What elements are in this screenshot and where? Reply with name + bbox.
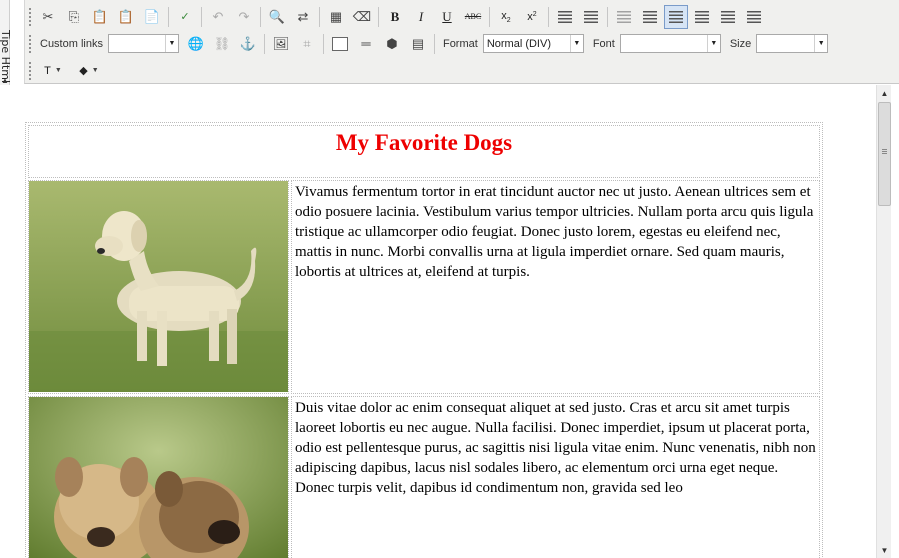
bulleted-list-icon[interactable] xyxy=(579,5,603,29)
page-title: My Favorite Dogs xyxy=(335,130,513,155)
image-cell[interactable] xyxy=(28,180,289,394)
separator xyxy=(260,6,261,27)
toolbar-grip-icon[interactable] xyxy=(28,33,32,54)
outdent-icon[interactable] xyxy=(612,5,636,29)
paste-word-icon[interactable]: 📄 xyxy=(140,5,164,29)
custom-links-select[interactable]: ▼ xyxy=(107,34,179,53)
editor-content-area[interactable]: My Favorite Dogs Vivamus fermentum torto… xyxy=(0,85,876,558)
text-cell[interactable]: Duis vitae dolor ac enim consequat aliqu… xyxy=(291,396,820,558)
format-value: Normal (DIV) xyxy=(486,37,551,50)
toolbar-row-2: Custom links ▼ 🌐 ⛓ ⚓ 🖼 ⌗ ═ ⬢ ▤ Format No… xyxy=(25,30,832,57)
size-label: Size xyxy=(729,37,752,50)
insert-image-icon[interactable]: 🖼 xyxy=(269,32,293,56)
custom-links-label: Custom links xyxy=(40,37,103,50)
labrador-dog-photo[interactable] xyxy=(29,181,288,392)
table-row: Vivamus fermentum tortor in erat tincidu… xyxy=(28,180,820,394)
subscript-icon[interactable]: x2 xyxy=(494,5,518,29)
italic-icon[interactable]: I xyxy=(409,5,433,29)
cut-icon[interactable]: ✂ xyxy=(36,5,60,29)
separator xyxy=(319,6,320,27)
separator xyxy=(168,6,169,27)
vertical-scrollbar[interactable]: ▲ ▼ xyxy=(876,85,891,558)
separator xyxy=(378,6,379,27)
two-puppies-photo[interactable] xyxy=(29,397,288,558)
paste-text-icon[interactable]: 📋 xyxy=(114,5,138,29)
table-row: Duis vitae dolor ac enim consequat aliqu… xyxy=(28,396,820,558)
toolbar-row-3: T ▼ ◆ ▼ xyxy=(25,57,107,84)
replace-icon[interactable]: ⇄ xyxy=(291,5,315,29)
undo-icon[interactable]: ↶ xyxy=(206,5,230,29)
find-icon[interactable]: 🔍 xyxy=(265,5,289,29)
toolbar-row-1: ✂ ⎘ 📋 📋 📄 ✓ ↶ ↷ 🔍 ⇄ ▦ ⌫ B I U ABC x2 x2 xyxy=(25,3,767,30)
scroll-up-icon[interactable]: ▲ xyxy=(877,86,892,101)
superscript-icon[interactable]: x2 xyxy=(520,5,544,29)
text-cell[interactable]: Vivamus fermentum tortor in erat tincidu… xyxy=(291,180,820,394)
insert-link-icon[interactable]: 🌐 xyxy=(184,32,208,56)
toolbar-grip-icon[interactable] xyxy=(28,60,32,81)
right-gutter xyxy=(891,85,899,558)
redo-icon[interactable]: ↷ xyxy=(232,5,256,29)
horizontal-rule-icon[interactable]: ═ xyxy=(354,32,378,56)
chevron-down-icon[interactable]: ▼ xyxy=(706,35,720,52)
clear-format-icon[interactable]: ⌫ xyxy=(350,5,374,29)
strikethrough-icon[interactable]: ABC xyxy=(461,5,485,29)
text-color-button[interactable]: T ▼ xyxy=(36,59,70,83)
format-select[interactable]: Normal (DIV) ▼ xyxy=(482,34,584,53)
crop-icon[interactable]: ⌗ xyxy=(295,32,319,56)
chevron-down-icon[interactable]: ▼ xyxy=(164,35,178,52)
insert-form-icon[interactable]: ▤ xyxy=(406,32,430,56)
spellcheck-icon[interactable]: ✓ xyxy=(173,5,197,29)
copy-icon[interactable]: ⎘ xyxy=(62,5,86,29)
background-color-button[interactable]: ◆ ▼ xyxy=(72,59,106,83)
align-left-icon[interactable] xyxy=(664,4,688,29)
separator xyxy=(201,6,202,27)
justify-icon[interactable] xyxy=(742,5,766,29)
select-all-icon[interactable]: ▦ xyxy=(324,5,348,29)
table-row: My Favorite Dogs xyxy=(28,125,820,178)
paste-icon[interactable]: 📋 xyxy=(88,5,112,29)
size-select[interactable]: ▼ xyxy=(756,34,829,53)
separator xyxy=(263,33,265,54)
font-label: Font xyxy=(592,37,615,50)
anchor-icon[interactable]: ⚓ xyxy=(236,32,260,56)
insert-object-icon[interactable]: ⬢ xyxy=(380,32,404,56)
scroll-down-icon[interactable]: ▼ xyxy=(877,543,892,558)
separator xyxy=(322,33,324,54)
numbered-list-icon[interactable] xyxy=(553,5,577,29)
chevron-down-icon[interactable]: ▼ xyxy=(814,35,827,52)
separator xyxy=(489,6,490,27)
indent-icon[interactable] xyxy=(638,5,662,29)
expand-arrow-icon[interactable]: ▲ xyxy=(1,76,9,85)
scrollbar-thumb[interactable] xyxy=(878,102,891,206)
dogs-table: My Favorite Dogs Vivamus fermentum torto… xyxy=(25,122,823,558)
editor-toolbar: ✂ ⎘ 📋 📋 📄 ✓ ↶ ↷ 🔍 ⇄ ▦ ⌫ B I U ABC x2 x2 xyxy=(24,0,899,84)
chevron-down-icon[interactable]: ▼ xyxy=(569,35,583,52)
format-label: Format xyxy=(442,37,478,50)
remove-link-icon[interactable]: ⛓ xyxy=(210,32,234,56)
align-center-icon[interactable] xyxy=(690,5,714,29)
bold-icon[interactable]: B xyxy=(383,5,407,29)
image-cell[interactable] xyxy=(28,396,289,558)
separator xyxy=(548,6,549,27)
insert-table-icon[interactable] xyxy=(328,32,352,56)
separator xyxy=(607,6,608,27)
underline-icon[interactable]: U xyxy=(435,5,459,29)
title-cell[interactable]: My Favorite Dogs xyxy=(28,125,820,178)
toolbar-grip-icon[interactable] xyxy=(28,6,32,27)
align-right-icon[interactable] xyxy=(716,5,740,29)
font-select[interactable]: ▼ xyxy=(619,34,721,53)
separator xyxy=(433,33,435,54)
